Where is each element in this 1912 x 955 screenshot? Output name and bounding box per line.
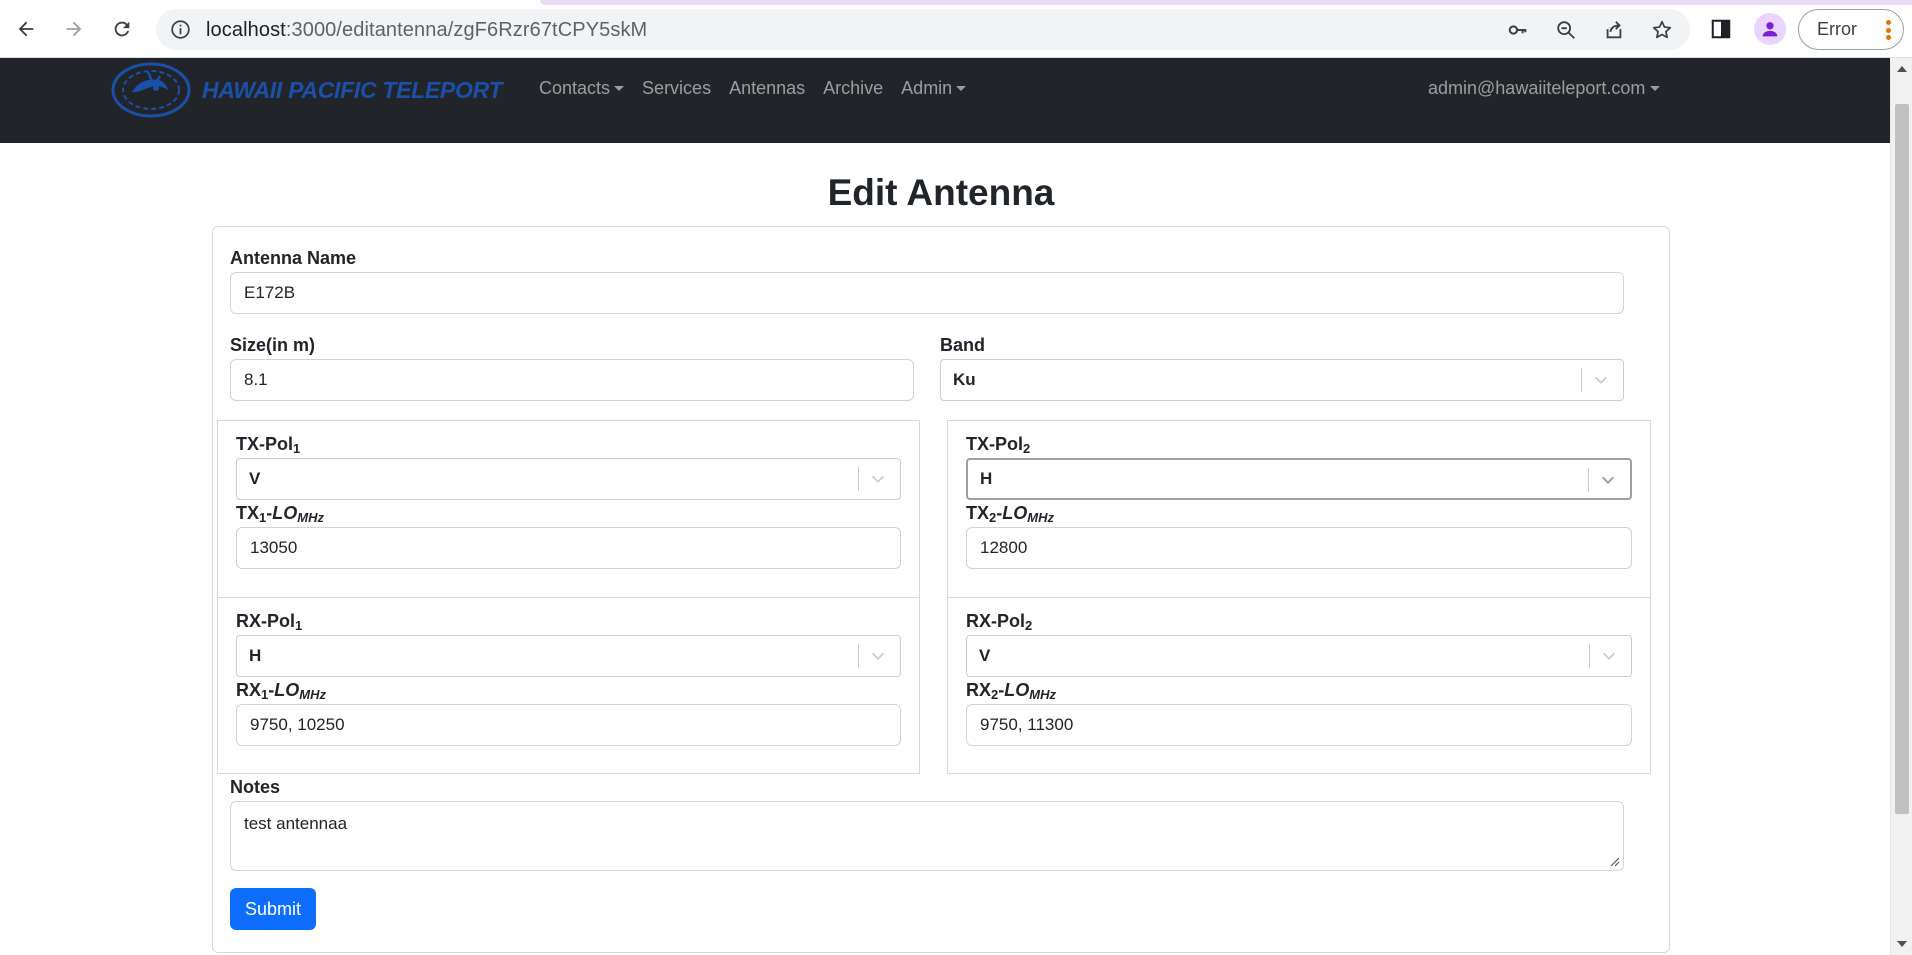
address-bar[interactable]: localhost:3000/editantenna/zgF6Rzr67tCPY… <box>156 9 1690 50</box>
nav-admin-label: Admin <box>901 78 953 98</box>
chevron-down-icon <box>1601 476 1615 484</box>
scroll-down-arrow-icon[interactable] <box>1897 941 1907 947</box>
antenna-name-label: Antenna Name <box>230 248 357 268</box>
caret-down-icon <box>614 86 625 91</box>
antenna-name-input[interactable]: E172B <box>230 272 1624 314</box>
tab-strip-accent <box>540 0 1912 5</box>
main-nav: Contacts Services Antennas Archive Admin <box>530 78 975 99</box>
zoom-out-icon[interactable] <box>1554 18 1578 42</box>
person-icon <box>1762 22 1778 37</box>
rx2-lo-input[interactable]: 9750, 11300 <box>966 704 1632 746</box>
rx2-pol-label: RX-Pol2 <box>966 611 1033 633</box>
url-path: :3000/editantenna/zgF6Rzr67tCPY5skM <box>285 19 648 41</box>
profile-avatar[interactable] <box>1754 13 1786 45</box>
select-separator <box>1589 644 1590 668</box>
page-title: Edit Antenna <box>827 172 1055 213</box>
browser-toolbar: localhost:3000/editantenna/zgF6Rzr67tCPY… <box>0 0 1912 58</box>
nav-contacts-dropdown[interactable]: Contacts <box>530 78 633 99</box>
tx1-lo-input[interactable]: 13050 <box>236 527 901 569</box>
tx1-pol-selected-value: V <box>249 469 261 488</box>
reload-icon <box>114 21 130 37</box>
nav-contacts-label: Contacts <box>539 78 611 98</box>
rx1-lo-label: RX1-LOMHz <box>236 680 326 702</box>
rx1-pol-selected-value: H <box>249 646 262 665</box>
rx2-pol-select[interactable]: V <box>966 635 1632 677</box>
brand[interactable]: HAWAII PACIFIC TELEPORT <box>110 62 503 118</box>
chevron-down-icon <box>871 652 885 660</box>
kebab-menu-icon <box>1885 20 1891 40</box>
tx2-pol-label: TX-Pol2 <box>966 434 1031 456</box>
bookmark-star-icon[interactable] <box>1650 18 1674 42</box>
url-host: localhost <box>206 19 286 41</box>
tx2-lo-input[interactable]: 12800 <box>966 527 1632 569</box>
side-panel-icon[interactable] <box>1707 15 1735 43</box>
band-label: Band <box>940 335 985 355</box>
site-navbar: HAWAII PACIFIC TELEPORT Contacts Service… <box>0 58 1890 143</box>
rx1-pol-label: RX-Pol1 <box>236 611 303 633</box>
brand-name: HAWAII PACIFIC TELEPORT <box>202 76 503 103</box>
reload-button[interactable] <box>106 13 138 45</box>
select-separator <box>858 644 859 668</box>
submit-button[interactable]: Submit <box>230 888 316 930</box>
url-text[interactable]: localhost:3000/editantenna/zgF6Rzr67tCPY… <box>206 19 647 42</box>
select-separator <box>1588 468 1589 492</box>
error-chip-label: Error <box>1817 19 1857 39</box>
rx2-pol-selected-value: V <box>979 646 991 665</box>
tx2-pol-selected-value: H <box>980 469 993 488</box>
info-icon[interactable] <box>170 19 191 40</box>
rx1-lo-input[interactable]: 9750, 10250 <box>236 704 901 746</box>
nav-admin-dropdown[interactable]: Admin <box>892 78 975 99</box>
tx1-pol-label: TX-Pol1 <box>236 434 301 456</box>
share-icon[interactable] <box>1602 18 1626 42</box>
nav-archive-link[interactable]: Archive <box>814 78 892 99</box>
nav-services-link[interactable]: Services <box>633 78 720 99</box>
rx2-lo-label: RX2-LOMHz <box>966 680 1056 702</box>
resize-grip-icon[interactable] <box>1608 855 1620 867</box>
size-input[interactable]: 8.1 <box>230 359 914 401</box>
tx1-lo-label: TX1-LOMHz <box>236 503 324 525</box>
nav-antennas-link[interactable]: Antennas <box>720 78 814 99</box>
password-key-icon[interactable] <box>1506 18 1530 42</box>
arrow-left-icon <box>18 21 34 37</box>
tx2-lo-label: TX2-LOMHz <box>966 503 1054 525</box>
size-label: Size(in m) <box>230 335 316 355</box>
page-viewport: HAWAII PACIFIC TELEPORT Contacts Service… <box>0 58 1890 955</box>
back-button[interactable] <box>10 13 42 45</box>
select-separator <box>1581 368 1582 392</box>
chevron-down-icon <box>1594 376 1608 384</box>
tx2-pol-select[interactable]: H <box>966 458 1632 500</box>
rx1-pol-select[interactable]: H <box>236 635 901 677</box>
band-selected-value: Ku <box>953 370 976 389</box>
notes-label: Notes <box>230 777 281 797</box>
notes-text: test antennaa <box>244 814 348 833</box>
notes-textarea[interactable]: test antennaa <box>230 801 1624 871</box>
scroll-up-arrow-icon[interactable] <box>1897 66 1907 72</box>
user-menu-dropdown[interactable]: admin@hawaiiteleport.com <box>1428 78 1661 99</box>
arrow-right-icon <box>66 21 82 37</box>
user-email: admin@hawaiiteleport.com <box>1428 78 1646 98</box>
forward-button[interactable] <box>58 13 90 45</box>
caret-down-icon <box>1650 86 1661 91</box>
scroll-thumb[interactable] <box>1895 104 1909 814</box>
teleport-logo-icon <box>111 62 191 118</box>
page-scrollbar[interactable] <box>1890 58 1912 955</box>
select-separator <box>858 467 859 491</box>
caret-down-icon <box>956 86 967 91</box>
chevron-down-icon <box>871 475 885 483</box>
tx1-pol-select[interactable]: V <box>236 458 901 500</box>
error-chip-button[interactable]: Error <box>1798 9 1904 50</box>
band-select[interactable]: Ku <box>940 359 1624 401</box>
chevron-down-icon <box>1602 652 1616 660</box>
